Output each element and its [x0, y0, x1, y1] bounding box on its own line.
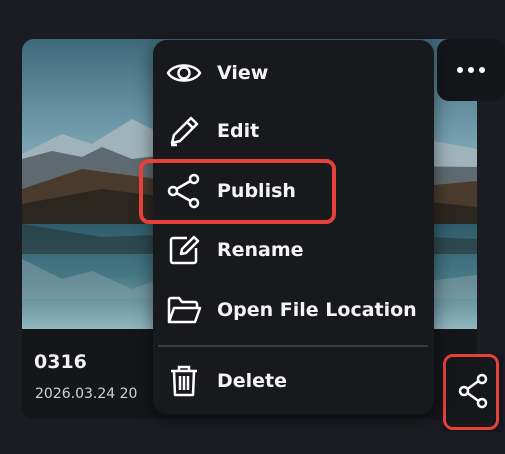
- menu-item-label: View: [217, 62, 269, 84]
- more-dot: [457, 67, 463, 73]
- card-date: 2026.03.24 20: [35, 386, 138, 402]
- eye-icon: [166, 55, 202, 91]
- more-options-button[interactable]: [437, 39, 505, 101]
- pencil-icon: [166, 113, 202, 149]
- menu-item-open-file-location[interactable]: Open File Location: [153, 282, 434, 338]
- context-menu: View Edit Publish Rename Open File Locat…: [153, 40, 434, 414]
- menu-item-publish[interactable]: Publish: [153, 163, 434, 219]
- menu-item-rename[interactable]: Rename: [153, 222, 434, 278]
- menu-item-label: Delete: [217, 370, 288, 392]
- menu-item-delete[interactable]: Delete: [153, 353, 434, 409]
- menu-item-edit[interactable]: Edit: [153, 103, 434, 159]
- menu-item-label: Publish: [217, 180, 296, 202]
- menu-item-label: Edit: [217, 120, 260, 142]
- menu-divider: [158, 345, 428, 347]
- share-button[interactable]: [443, 354, 503, 432]
- share-icon: [166, 173, 202, 209]
- more-dot: [468, 67, 474, 73]
- share-icon: [458, 373, 488, 413]
- trash-icon: [166, 363, 202, 399]
- menu-item-label: Rename: [217, 239, 304, 261]
- menu-item-view[interactable]: View: [153, 45, 434, 101]
- more-dot: [479, 67, 485, 73]
- menu-item-label: Open File Location: [217, 299, 417, 321]
- folder-icon: [166, 292, 202, 328]
- rename-icon: [166, 232, 202, 268]
- card-title: 0316: [34, 351, 87, 373]
